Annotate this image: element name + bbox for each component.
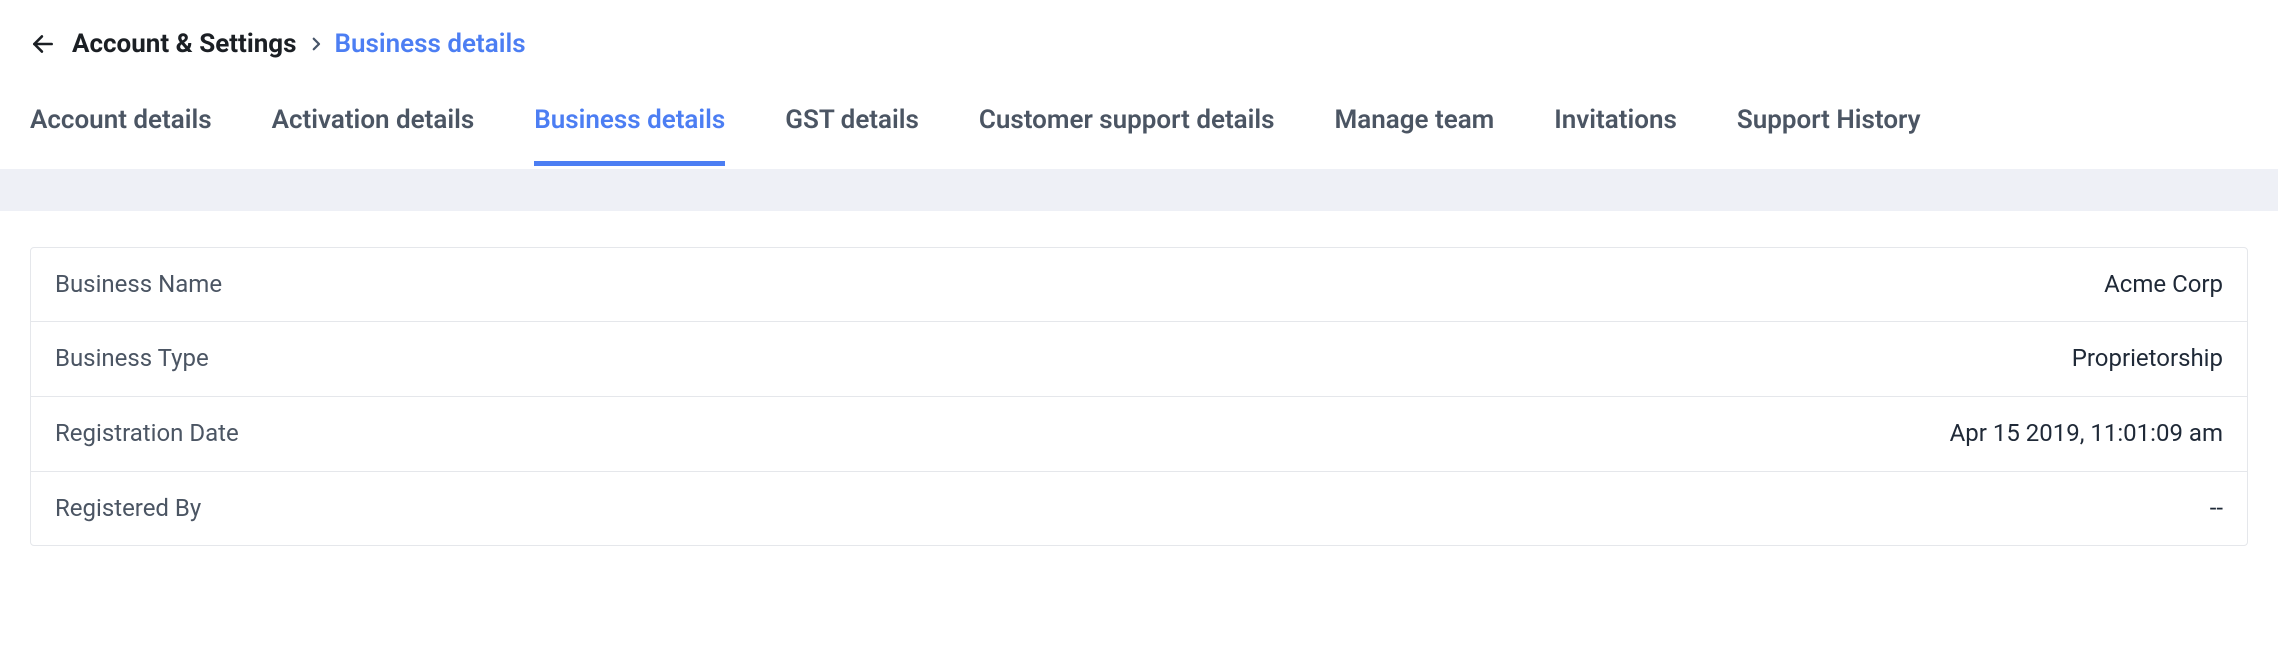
tab-gst-details[interactable]: GST details [785, 102, 919, 165]
details-section: Business Name Acme Corp Business Type Propr… [0, 211, 2278, 546]
detail-row: Registered By -- [31, 472, 2247, 546]
tab-business-details[interactable]: Business details [534, 102, 725, 165]
detail-label: Registered By [55, 492, 201, 526]
breadcrumb: Account & Settings Business details [0, 0, 2278, 74]
details-card: Business Name Acme Corp Business Type Propr… [30, 247, 2248, 546]
detail-value: Apr 15 2019, 11:01:09 am [1950, 417, 2223, 451]
tab-customer-support-details[interactable]: Customer support details [979, 102, 1275, 165]
breadcrumb-current: Business details [335, 26, 526, 62]
detail-row: Business Name Acme Corp [31, 248, 2247, 323]
tab-account-details[interactable]: Account details [30, 102, 212, 165]
back-icon[interactable] [30, 31, 56, 57]
detail-label: Business Name [55, 268, 222, 302]
chevron-right-icon [307, 35, 325, 53]
breadcrumb-parent[interactable]: Account & Settings [72, 26, 297, 62]
tab-invitations[interactable]: Invitations [1554, 102, 1677, 165]
detail-value: -- [2210, 492, 2223, 526]
detail-row: Registration Date Apr 15 2019, 11:01:09 a… [31, 397, 2247, 472]
tabs-bar: Account details Activation details Busines… [0, 74, 2278, 168]
tab-support-history[interactable]: Support History [1737, 102, 1921, 165]
tab-manage-team[interactable]: Manage team [1335, 102, 1495, 165]
detail-value: Acme Corp [2104, 268, 2223, 302]
tab-activation-details[interactable]: Activation details [272, 102, 475, 165]
detail-row: Business Type Proprietorship [31, 322, 2247, 397]
separator-strip [0, 169, 2278, 211]
detail-value: Proprietorship [2072, 342, 2223, 376]
detail-label: Registration Date [55, 417, 239, 451]
detail-label: Business Type [55, 342, 209, 376]
